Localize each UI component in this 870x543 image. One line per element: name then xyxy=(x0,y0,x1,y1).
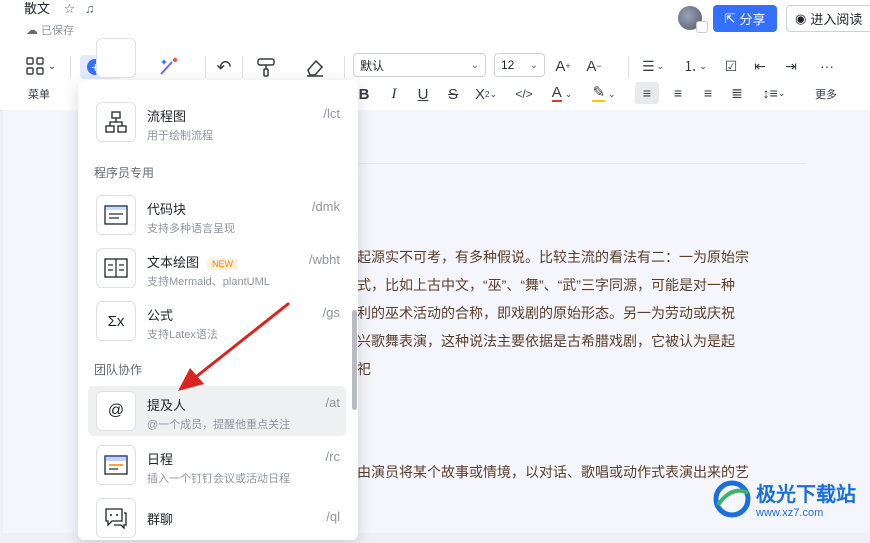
share-label: 分享 xyxy=(739,12,766,27)
reading-mode-button[interactable]: ◉ 进入阅读 xyxy=(786,5,870,32)
bell-icon[interactable]: ♫ xyxy=(85,1,95,16)
font-color-icon[interactable]: A ⌄ xyxy=(546,84,578,104)
annotation-arrow-icon xyxy=(178,302,290,391)
saved-text: 已保存 xyxy=(41,25,74,37)
mention-icon: @ xyxy=(96,391,136,431)
chevron-down-icon[interactable]: ⌄ xyxy=(46,58,58,74)
calendar-icon xyxy=(96,445,136,485)
menu-item-shortcut: /dmk xyxy=(311,199,340,214)
numbered-list-icon[interactable]: ⒈ ⌄ xyxy=(680,56,710,76)
menu-item-desc: 插入一个钉钉会议或活动日程 xyxy=(147,473,290,485)
align-center-icon[interactable]: ≡ xyxy=(666,82,690,104)
italic-icon[interactable]: I xyxy=(385,84,403,104)
section-heading-team: 团队协作 xyxy=(94,363,143,377)
doc-title-row: 散文 ☆ ♫ xyxy=(24,0,95,17)
align-right-icon[interactable]: ≡ xyxy=(696,82,720,104)
menu-scrollbar[interactable] xyxy=(352,310,357,410)
superscript-icon[interactable]: X 2 ⌄ xyxy=(473,84,499,104)
menu-item-shortcut: /gs xyxy=(322,305,340,320)
menu-item-flowchart[interactable]: 流程图 用于绘制流程 /lct xyxy=(88,97,346,147)
share-icon: ⇱ xyxy=(724,10,736,26)
menu-item-desc: 用于绘制流程 xyxy=(147,130,213,142)
checkbox-list-icon[interactable]: ☑ xyxy=(721,56,741,76)
menu-item-code-block[interactable]: 代码块 支持多种语言呈现 /dmk xyxy=(88,190,346,240)
more-label[interactable]: 更多 xyxy=(815,86,837,102)
watermark-name: 极光下载站 xyxy=(756,484,856,506)
justify-icon[interactable]: ≣ xyxy=(725,82,749,104)
paragraph-style-select[interactable]: 默认 ⌄ xyxy=(353,53,486,77)
underline-icon[interactable]: U xyxy=(414,84,432,104)
eye-icon: ◉ xyxy=(795,10,807,26)
paragraph-style-value: 默认 xyxy=(360,58,385,73)
reading-mode-label: 进入阅读 xyxy=(810,12,863,27)
strikethrough-icon[interactable]: S xyxy=(444,84,462,104)
outdent-icon[interactable]: ⇤ xyxy=(750,56,770,76)
menu-item-icon xyxy=(96,38,136,78)
bullet-list-icon[interactable]: ☰ ⌄ xyxy=(638,56,668,76)
menu-item-text-diagram[interactable]: 文本绘图 NEW 支持Mermaid、plantUML /wbht xyxy=(88,243,346,293)
doc-paragraph-line[interactable]: 式，比如上古中文，“巫”、“舞”、“武”三字同源，可能是对一种 xyxy=(357,275,735,295)
chevron-down-icon: ⌄ xyxy=(470,59,479,71)
section-heading-dev: 程序员专用 xyxy=(94,166,155,180)
menu-item-title: 群聊 xyxy=(147,512,174,527)
more-icon[interactable]: ··· xyxy=(816,56,838,76)
new-badge: NEW xyxy=(207,257,239,270)
flowchart-icon xyxy=(96,102,136,142)
font-size-select[interactable]: 12 ⌄ xyxy=(494,53,545,77)
menu-item-title-row: 文本绘图 NEW xyxy=(147,252,239,271)
watermark: 极光下载站 www.xz7.com xyxy=(712,478,856,519)
share-button[interactable]: ⇱ 分享 xyxy=(713,5,777,32)
menu-item-desc: 支持多种语言呈现 xyxy=(147,223,235,235)
menu-item-schedule[interactable]: 日程 插入一个钉钉会议或活动日程 /rc xyxy=(88,440,346,490)
title-divider xyxy=(356,163,806,164)
text-diagram-icon xyxy=(96,248,136,288)
indent-icon[interactable]: ⇥ xyxy=(781,56,801,76)
doc-paragraph-line[interactable]: 起源实不可考，有多种假说。比较主流的看法有二：一为原始宗 xyxy=(357,247,749,267)
doc-paragraph-line[interactable]: 由演员将某个故事或情境，以对话、歌唱或动作式表演出来的艺 xyxy=(357,462,749,482)
menu-item-shortcut: /lct xyxy=(323,106,340,121)
menu-item-title: 日程 xyxy=(147,452,174,467)
menu-item-shortcut: /ql xyxy=(326,509,340,524)
menu-item-group-chat[interactable]: 群聊 /ql xyxy=(88,493,346,543)
decrease-font-icon[interactable]: A − xyxy=(584,56,604,76)
increase-font-icon[interactable]: A + xyxy=(553,56,573,76)
watermark-logo-icon xyxy=(713,480,751,517)
avatar-badge xyxy=(696,21,708,33)
formula-icon: Σx xyxy=(96,301,136,341)
menu-item-shortcut: /at xyxy=(325,395,340,410)
menu-item-desc: @一个成员，提醒他重点关注 xyxy=(147,419,291,431)
doc-paragraph-line[interactable]: 祀 xyxy=(357,359,371,379)
grid-menu-icon[interactable] xyxy=(24,56,46,76)
menu-label[interactable]: 菜单 xyxy=(28,86,50,102)
highlight-icon[interactable]: ✎ ⌄ xyxy=(588,84,620,104)
divider xyxy=(628,56,629,78)
menu-item-desc: 支持Mermaid、plantUML xyxy=(147,276,270,288)
menu-item-title: 流程图 xyxy=(147,109,187,124)
menu-item-title: 文本绘图 xyxy=(147,255,200,270)
doc-paragraph-line[interactable]: 兴歌舞表演，这种说法主要依据是古希腊戏剧，它被认为是起 xyxy=(357,331,735,351)
align-left-icon[interactable]: ≡ xyxy=(635,82,659,104)
line-height-icon[interactable]: ↕≡ ⌄ xyxy=(757,82,791,104)
group-chat-icon xyxy=(96,498,136,538)
doc-title[interactable]: 散文 xyxy=(24,1,50,16)
font-size-value: 12 xyxy=(501,58,515,72)
watermark-url: www.xz7.com xyxy=(756,507,824,519)
cloud-check-icon: ☁ xyxy=(26,23,38,37)
code-block-icon xyxy=(96,195,136,235)
inline-code-icon[interactable]: </> xyxy=(513,84,535,104)
save-status: ☁ 已保存 xyxy=(26,22,74,38)
menu-item-shortcut: /wbht xyxy=(308,252,340,267)
divider xyxy=(70,56,71,78)
chevron-down-icon: ⌄ xyxy=(529,59,538,71)
star-icon[interactable]: ☆ xyxy=(64,1,76,16)
menu-item-shortcut: /rc xyxy=(325,449,340,464)
doc-paragraph-line[interactable]: 利的巫术活动的合称，即戏剧的原始形态。另一为劳动或庆祝 xyxy=(357,303,735,323)
menu-item-partial[interactable] xyxy=(88,38,346,78)
menu-item-title: 代码块 xyxy=(147,202,187,217)
